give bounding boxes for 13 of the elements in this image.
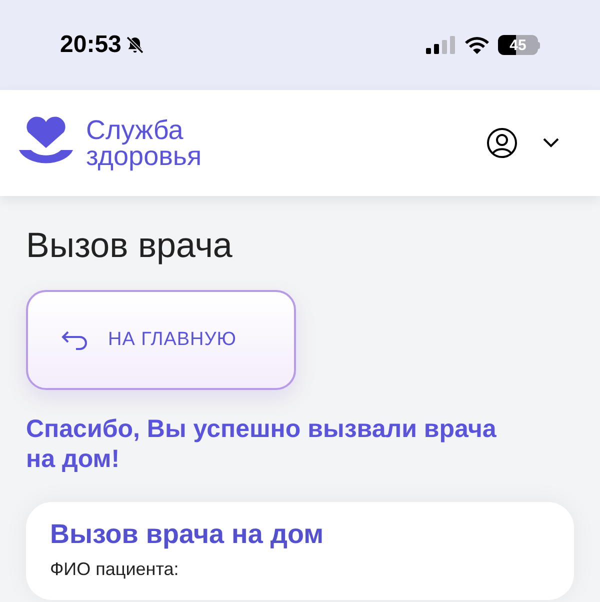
status-time: 20:53 — [60, 30, 122, 60]
card-title: Вызов врача на дом — [50, 518, 325, 550]
signal-icon — [426, 35, 456, 55]
logo-text: Служба — [86, 117, 184, 143]
logo-text: здоровья — [86, 143, 202, 169]
bell-muted-icon — [125, 35, 146, 55]
field-label: ФИО пациента: — [50, 558, 180, 580]
success-message: Спасибо, Вы успешно вызвали врача на дом! — [26, 414, 498, 474]
chevron-down-icon[interactable] — [542, 137, 560, 149]
user-icon[interactable] — [486, 127, 518, 159]
page-title: Вызов врача — [26, 225, 234, 267]
back-button[interactable]: НА ГЛАВНУЮ — [26, 290, 296, 390]
wifi-icon — [464, 35, 490, 55]
